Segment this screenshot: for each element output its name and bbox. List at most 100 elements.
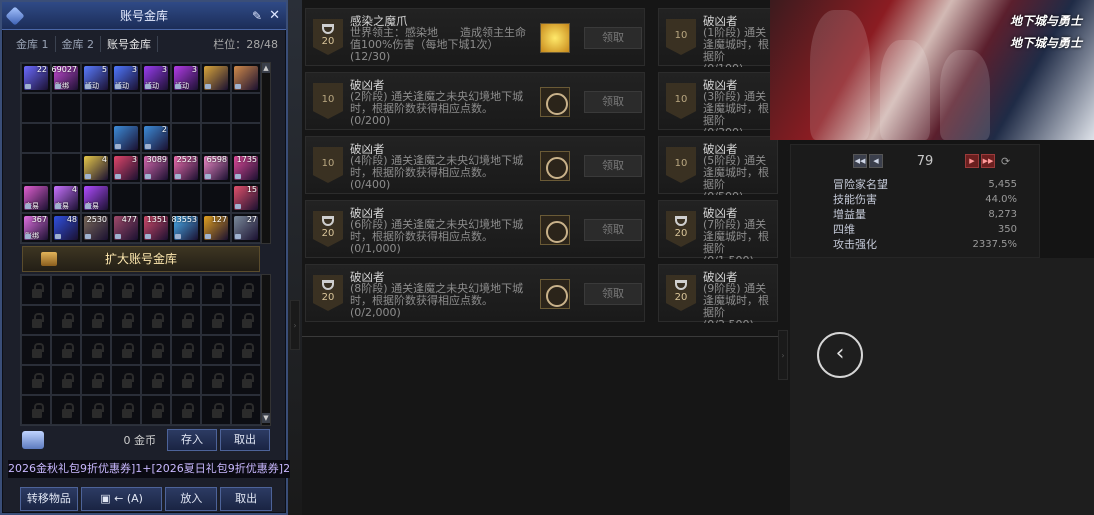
vault-slot[interactable] xyxy=(201,183,231,213)
promo-banner[interactable]: 地下城与勇士 地下城与勇士 xyxy=(770,0,1094,140)
vault-slot[interactable] xyxy=(21,123,51,153)
left-collapse-handle[interactable]: › xyxy=(290,300,300,350)
item-icon[interactable]: 27 xyxy=(234,215,258,240)
refresh-icon[interactable]: ⟳ xyxy=(1001,155,1010,168)
item-icon[interactable]: 1735 xyxy=(234,155,258,180)
transfer-items-button[interactable]: 转移物品 xyxy=(20,487,78,511)
first-page-icon[interactable]: ◀◀ xyxy=(853,154,867,168)
vault-titlebar[interactable]: 账号金库 ✎ ✕ xyxy=(2,2,286,30)
item-icon[interactable]: 127 xyxy=(204,215,228,240)
vault-slot[interactable] xyxy=(231,93,261,123)
claim-button[interactable]: 领取 xyxy=(584,27,642,49)
item-icon[interactable]: 4 交易 xyxy=(54,185,78,210)
scroll-up-icon[interactable]: ▲ xyxy=(262,63,270,73)
vault-slot[interactable] xyxy=(141,183,171,213)
prev-page-icon[interactable]: ◀ xyxy=(869,154,883,168)
item-icon[interactable]: 477 xyxy=(114,215,138,240)
auto-move-button[interactable]: ▣ ← (A) xyxy=(80,487,163,511)
vault-slot[interactable]: 15 xyxy=(231,183,261,213)
right-collapse-handle[interactable]: › xyxy=(778,330,788,380)
item-icon[interactable]: 3 xyxy=(114,155,138,180)
vault-slot[interactable]: 367 账绑 xyxy=(21,213,51,243)
item-icon[interactable]: 83553 xyxy=(172,215,198,240)
vault-slot[interactable]: 交易 xyxy=(21,183,51,213)
take-out-button[interactable]: 取出 xyxy=(220,487,272,511)
item-icon[interactable]: 2 xyxy=(144,125,168,150)
last-page-icon[interactable]: ▶▶ xyxy=(981,154,995,168)
reward-icon[interactable] xyxy=(540,279,570,309)
item-icon[interactable]: 4 xyxy=(84,155,108,180)
vault-slot[interactable]: 48 xyxy=(51,213,81,243)
reward-icon[interactable] xyxy=(540,215,570,245)
vault-slot[interactable] xyxy=(51,93,81,123)
claim-button[interactable]: 领取 xyxy=(584,283,642,305)
vault-slot[interactable]: 交易 xyxy=(81,183,111,213)
vault-slot[interactable]: 3089 xyxy=(141,153,171,183)
vault-slot[interactable] xyxy=(231,123,261,153)
item-icon[interactable]: 3 活动 xyxy=(114,65,138,90)
vault-slot[interactable]: 3 xyxy=(111,153,141,183)
vault-slot[interactable]: 2530 xyxy=(81,213,111,243)
vault-slot[interactable] xyxy=(51,123,81,153)
locked-grid-scrollbar[interactable]: ▼ xyxy=(261,274,271,426)
item-icon[interactable] xyxy=(114,126,138,150)
item-icon[interactable]: 交易 xyxy=(24,186,48,210)
item-link-marquee[interactable]: 2026金秋礼包9折优惠券]1+[2026夏日礼包9折优惠券]2 xyxy=(8,460,290,478)
withdraw-button[interactable]: 取出 xyxy=(220,429,270,451)
put-in-button[interactable]: 放入 xyxy=(165,487,218,511)
item-icon[interactable]: 3 活动 xyxy=(144,65,168,90)
claim-button[interactable]: 领取 xyxy=(584,91,642,113)
reward-icon[interactable] xyxy=(540,23,570,53)
vault-slot[interactable]: 27 xyxy=(231,213,261,243)
vault-slot[interactable] xyxy=(21,93,51,123)
vault-slot[interactable]: 4 交易 xyxy=(51,183,81,213)
item-icon[interactable]: 3 活动 xyxy=(174,65,198,90)
vault-slot[interactable]: 4 xyxy=(81,153,111,183)
vault-slot[interactable] xyxy=(81,123,111,153)
item-grid-scrollbar[interactable]: ▲ xyxy=(261,62,271,244)
vault-slot[interactable]: 1351 xyxy=(141,213,171,243)
vault-slot[interactable]: 69027 账绑 xyxy=(51,63,81,93)
claim-button[interactable]: 领取 xyxy=(584,155,642,177)
vault-slot[interactable] xyxy=(81,93,111,123)
item-icon[interactable]: 交易 xyxy=(84,186,108,210)
item-icon[interactable]: 22 xyxy=(24,65,48,90)
vault-slot[interactable] xyxy=(141,93,171,123)
tab-account-vault[interactable]: 账号金库 xyxy=(101,36,158,52)
vault-slot[interactable]: 83553 xyxy=(171,213,201,243)
vault-slot[interactable]: 2 xyxy=(141,123,171,153)
item-icon[interactable]: 367 账绑 xyxy=(24,215,48,240)
vault-slot[interactable] xyxy=(231,63,261,93)
tab-vault-1[interactable]: 金库 1 xyxy=(10,36,56,52)
item-icon[interactable]: 1351 xyxy=(144,215,168,240)
claim-button[interactable]: 领取 xyxy=(584,219,642,241)
next-page-icon[interactable]: ▶ xyxy=(965,154,979,168)
vault-slot[interactable]: 477 xyxy=(111,213,141,243)
vault-slot[interactable]: 3 活动 xyxy=(141,63,171,93)
vault-slot[interactable]: 5 活动 xyxy=(81,63,111,93)
item-icon[interactable] xyxy=(234,66,258,90)
vault-slot[interactable] xyxy=(201,63,231,93)
vault-slot[interactable] xyxy=(111,183,141,213)
vault-slot[interactable]: 3 活动 xyxy=(111,63,141,93)
vault-slot[interactable]: 3 活动 xyxy=(171,63,201,93)
back-button[interactable]: ‹ xyxy=(817,332,863,378)
item-icon[interactable]: 2523 xyxy=(174,155,198,180)
expand-vault-button[interactable]: 扩大账号金库 xyxy=(22,246,260,272)
item-icon[interactable] xyxy=(204,66,228,90)
vault-slot[interactable] xyxy=(111,93,141,123)
vault-slot[interactable] xyxy=(51,153,81,183)
item-icon[interactable]: 48 xyxy=(54,215,78,240)
vault-slot[interactable]: 22 xyxy=(21,63,51,93)
item-icon[interactable]: 15 xyxy=(234,185,258,210)
gold-bag-icon[interactable] xyxy=(22,431,44,449)
vault-slot[interactable]: 127 xyxy=(201,213,231,243)
vault-slot[interactable] xyxy=(171,93,201,123)
vault-slot[interactable] xyxy=(201,93,231,123)
scroll-down-icon[interactable]: ▼ xyxy=(262,413,270,423)
item-icon[interactable]: 6598 xyxy=(204,155,228,180)
vault-slot[interactable] xyxy=(201,123,231,153)
vault-slot[interactable] xyxy=(171,123,201,153)
pin-icon[interactable]: ✎ xyxy=(252,2,262,30)
reward-icon[interactable] xyxy=(540,151,570,181)
